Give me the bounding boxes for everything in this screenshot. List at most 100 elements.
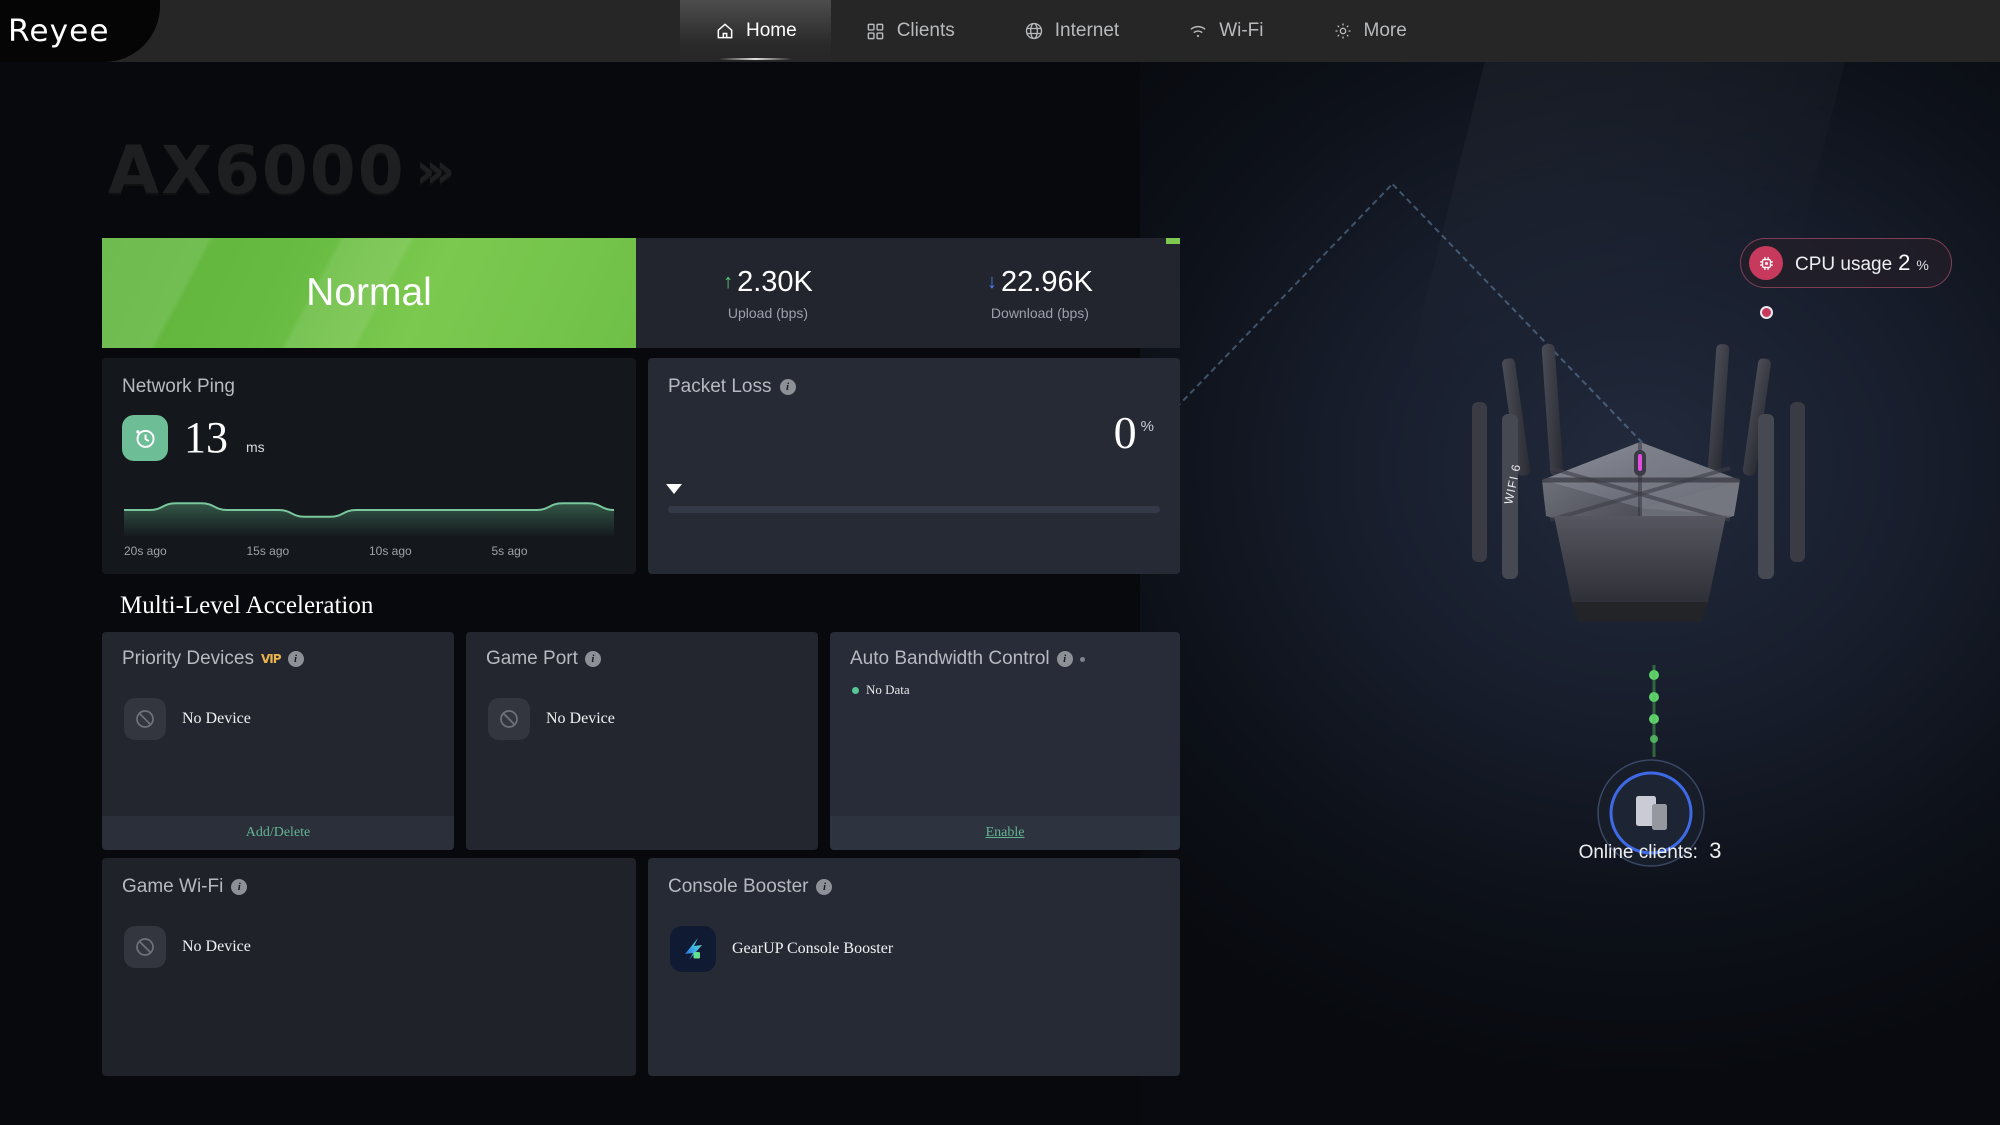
info-icon[interactable]: i	[816, 879, 832, 895]
tab-internet[interactable]: Internet	[989, 0, 1153, 62]
top-navigation-bar: Reyee Home Clients	[0, 0, 2000, 62]
online-clients-label-row: Online clients: 3	[1470, 838, 1830, 864]
add-delete-button[interactable]: Add/Delete	[102, 816, 454, 850]
enable-button[interactable]: Enable	[830, 816, 1180, 850]
vip-badge-icon: VIP	[261, 652, 281, 666]
tab-clients[interactable]: Clients	[831, 0, 989, 62]
game-port-device-row: No Device	[466, 670, 818, 740]
game-wifi-title-row: Game Wi-Fi i	[102, 858, 636, 898]
info-icon[interactable]: i	[1057, 651, 1073, 667]
no-device-icon	[124, 926, 166, 968]
priority-devices-device-label: No Device	[182, 710, 251, 728]
packet-loss-marker-icon	[666, 484, 682, 494]
upload-value: 2.30K	[737, 266, 813, 299]
auto-bandwidth-control-card: Auto Bandwidth Control i No Data Enable	[830, 632, 1180, 850]
packet-loss-title: Packet Loss	[668, 376, 772, 398]
cpu-usage-unit: %	[1916, 257, 1928, 273]
info-icon[interactable]: i	[585, 651, 601, 667]
download-speed: ↓ 22.96K Download (bps)	[987, 266, 1093, 321]
cpu-usage-label: CPU usage	[1795, 254, 1892, 276]
packet-loss-card: Packet Loss i 0 %	[648, 358, 1180, 574]
ping-tick-0: 20s ago	[124, 544, 247, 558]
network-ping-unit: ms	[246, 439, 265, 455]
globe-icon	[1023, 20, 1045, 42]
game-wifi-card: Game Wi-Fi i No Device	[102, 858, 636, 1076]
packet-loss-title-row: Packet Loss i	[648, 358, 1180, 398]
ping-tick-2: 10s ago	[369, 544, 492, 558]
game-port-card: Game Port i No Device	[466, 632, 818, 850]
packet-loss-unit: %	[1141, 418, 1154, 435]
ping-sparkline-chart	[124, 478, 614, 536]
router-illustration: WIFI 6	[1450, 330, 1830, 650]
tab-wifi-label: Wi-Fi	[1219, 20, 1263, 42]
brand-logo[interactable]: Reyee	[0, 0, 160, 62]
upload-speed: ↑ 2.30K Upload (bps)	[723, 266, 813, 321]
clock-icon	[122, 415, 168, 461]
priority-devices-device-row: No Device	[102, 670, 454, 740]
tab-home-label: Home	[746, 20, 797, 42]
router-svg: WIFI 6	[1450, 330, 1830, 650]
tab-home[interactable]: Home	[680, 0, 831, 62]
game-port-device-label: No Device	[546, 710, 615, 728]
model-chevrons: ›››	[416, 143, 445, 199]
cpu-usage-value: 2	[1898, 250, 1910, 276]
cpu-usage-text: CPU usage 2 %	[1795, 250, 1929, 276]
acceleration-cards-row: Priority Devices VIP i No Device Add/Del…	[102, 632, 1180, 850]
priority-devices-title-row: Priority Devices VIP i	[102, 632, 454, 670]
console-booster-device-label: GearUP Console Booster	[732, 940, 893, 958]
grid-icon	[865, 20, 887, 42]
download-caption: Download (bps)	[987, 305, 1093, 321]
console-booster-device-row[interactable]: GearUP Console Booster	[648, 898, 1180, 972]
tab-more[interactable]: More	[1298, 0, 1441, 62]
cpu-usage-badge[interactable]: CPU usage 2 %	[1740, 238, 1952, 288]
status-label: Normal	[306, 271, 432, 315]
network-ping-title: Network Ping	[102, 358, 636, 398]
ping-tick-1: 15s ago	[247, 544, 370, 558]
network-ping-card: Network Ping 13 ms	[102, 358, 636, 574]
game-port-title: Game Port	[486, 648, 578, 670]
data-flow-svg	[1644, 665, 1664, 760]
router-led-indicator	[1638, 454, 1642, 471]
info-icon[interactable]: i	[231, 879, 247, 895]
packet-loss-value-row: 0 %	[1114, 410, 1154, 456]
upload-caption: Upload (bps)	[723, 305, 813, 321]
console-booster-title: Console Booster	[668, 876, 808, 898]
ping-time-ticks: 20s ago 15s ago 10s ago 5s ago	[124, 544, 614, 558]
home-icon	[714, 20, 736, 42]
cpu-connector-dot-icon	[1760, 306, 1773, 319]
game-wifi-device-row: No Device	[102, 898, 636, 968]
tab-more-label: More	[1364, 20, 1407, 42]
auto-bandwidth-legend-label: No Data	[866, 682, 910, 698]
ping-tick-3: 5s ago	[492, 544, 615, 558]
console-booster-card: Console Booster i GearUP Console Booster	[648, 858, 1180, 1076]
online-clients-count: 3	[1709, 838, 1721, 863]
no-device-icon	[124, 698, 166, 740]
download-arrow-icon: ↓	[987, 272, 997, 292]
auto-bandwidth-title-row: Auto Bandwidth Control i	[830, 632, 1180, 670]
ping-sparkline-svg	[124, 478, 614, 536]
status-dot-icon	[1080, 657, 1085, 662]
data-flow-dots	[1644, 665, 1664, 760]
device-model-name: AX6000	[108, 132, 406, 209]
game-port-title-row: Game Port i	[466, 632, 818, 670]
game-wifi-title: Game Wi-Fi	[122, 876, 223, 898]
info-icon[interactable]: i	[780, 379, 796, 395]
tab-wifi[interactable]: Wi-Fi	[1153, 0, 1297, 62]
status-banner: Normal	[102, 238, 636, 348]
info-icon[interactable]: i	[288, 651, 304, 667]
wifi-icon	[1187, 20, 1209, 42]
network-ping-value-row: 13 ms	[102, 398, 636, 463]
gear-icon	[1332, 20, 1354, 42]
cpu-chip-icon	[1749, 246, 1783, 280]
device-model-watermark: AX6000 ›››	[108, 132, 445, 209]
auto-bandwidth-title: Auto Bandwidth Control	[850, 648, 1050, 670]
nav-tabs: Home Clients Internet	[680, 0, 1441, 62]
no-device-icon	[488, 698, 530, 740]
priority-devices-card: Priority Devices VIP i No Device Add/Del…	[102, 632, 454, 850]
priority-devices-title: Priority Devices	[122, 648, 254, 670]
bottom-cards-row: Game Wi-Fi i No Device Console Booster i	[102, 858, 1180, 1076]
upload-arrow-icon: ↑	[723, 272, 733, 292]
download-value: 22.96K	[1001, 266, 1093, 299]
packet-loss-value: 0	[1114, 410, 1137, 456]
tab-clients-label: Clients	[897, 20, 955, 42]
